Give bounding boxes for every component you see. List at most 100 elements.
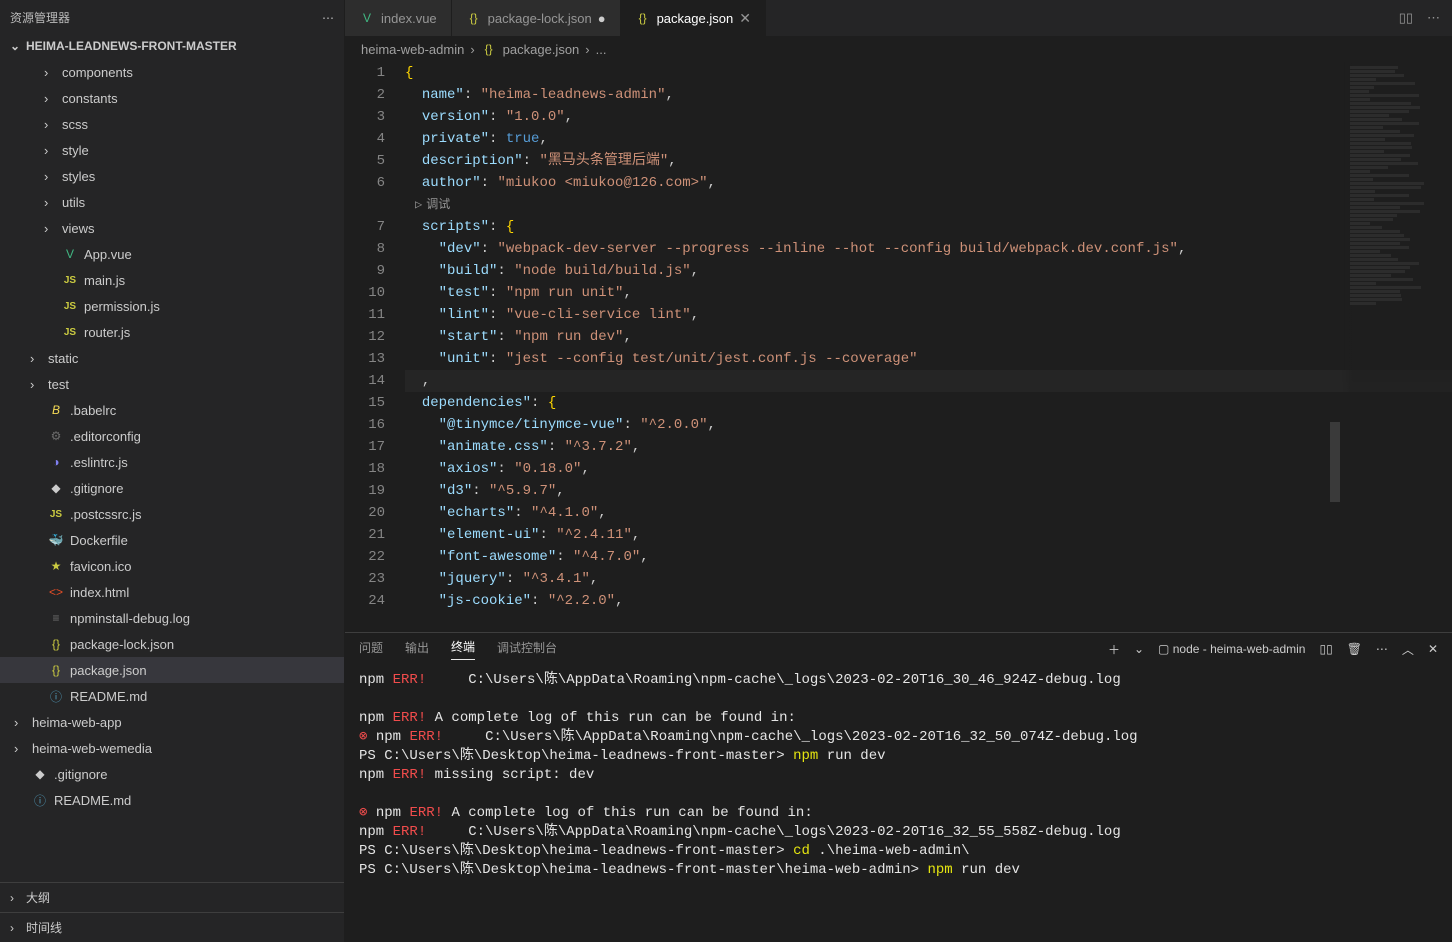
tab-terminal[interactable]: 终端 [451, 638, 475, 660]
tab-problems[interactable]: 问题 [359, 639, 383, 660]
terminal-line: npm ERR! C:\Users\陈\AppData\Roaming\npm-… [359, 823, 1438, 842]
code-line[interactable]: "js-cookie": "^2.2.0", [405, 590, 1452, 612]
code-line[interactable]: name": "heima-leadnews-admin", [405, 84, 1452, 106]
folder-item[interactable]: ›constants [0, 85, 344, 111]
code-line[interactable]: "test": "npm run unit", [405, 282, 1452, 304]
code-line[interactable]: "jquery": "^3.4.1", [405, 568, 1452, 590]
new-terminal-icon[interactable]: ＋ [1108, 641, 1120, 658]
file-item[interactable]: JSpermission.js [0, 293, 344, 319]
code-line[interactable]: version": "1.0.0", [405, 106, 1452, 128]
eslint-icon: ◑ [48, 455, 64, 469]
file-item[interactable]: {}package-lock.json [0, 631, 344, 657]
panel-tabs: 问题 输出 终端 调试控制台 ＋ ⌄ ▢ node - heima-web-ad… [345, 633, 1452, 665]
minimap[interactable] [1342, 62, 1452, 612]
terminal-output[interactable]: npm ERR! C:\Users\陈\AppData\Roaming\npm-… [345, 665, 1452, 942]
more-icon[interactable]: ⋯ [322, 11, 334, 25]
chevron-right-icon: › [10, 891, 22, 905]
tree-label: .gitignore [54, 767, 107, 782]
breadcrumb-seg[interactable]: heima-web-admin [361, 42, 464, 57]
chevron-up-icon[interactable]: ︿ [1402, 641, 1414, 658]
more-icon[interactable]: ⋯ [1376, 642, 1388, 656]
file-item[interactable]: ◑.eslintrc.js [0, 449, 344, 475]
editor-tab[interactable]: Vindex.vue [345, 0, 452, 36]
close-icon[interactable]: ✕ [1428, 642, 1438, 656]
breadcrumb-seg[interactable]: ... [596, 42, 607, 57]
trash-icon[interactable]: 🗑 [1347, 642, 1362, 656]
folder-item[interactable]: ›heima-web-wemedia [0, 735, 344, 761]
tree-label: Dockerfile [70, 533, 128, 548]
file-item[interactable]: JSrouter.js [0, 319, 344, 345]
file-item[interactable]: {}package.json [0, 657, 344, 683]
folder-item[interactable]: ›scss [0, 111, 344, 137]
file-item[interactable]: ⚙.editorconfig [0, 423, 344, 449]
code-line[interactable]: "@tinymce/tinymce-vue": "^2.0.0", [405, 414, 1452, 436]
code-line[interactable]: scripts": { [405, 216, 1452, 238]
more-icon[interactable]: ⋯ [1427, 10, 1440, 26]
code-line[interactable]: "element-ui": "^2.4.11", [405, 524, 1452, 546]
folder-item[interactable]: ›styles [0, 163, 344, 189]
file-item[interactable]: <>index.html [0, 579, 344, 605]
folder-item[interactable]: ›utils [0, 189, 344, 215]
terminal-shell-indicator[interactable]: ▢ node - heima-web-admin [1158, 642, 1305, 656]
file-item[interactable]: VApp.vue [0, 241, 344, 267]
timeline-panel[interactable]: › 时间线 [0, 912, 344, 942]
code-line[interactable]: "axios": "0.18.0", [405, 458, 1452, 480]
terminal-line: PS C:\Users\陈\Desktop\heima-leadnews-fro… [359, 842, 1438, 861]
project-root[interactable]: ⌄ HEIMA-LEADNEWS-FRONT-MASTER [0, 35, 344, 57]
tab-debug-console[interactable]: 调试控制台 [497, 639, 557, 660]
file-item[interactable]: B.babelrc [0, 397, 344, 423]
editor-tab[interactable]: {}package.json✕ [621, 0, 766, 36]
code-line[interactable]: "font-awesome": "^4.7.0", [405, 546, 1452, 568]
tree-label: package.json [70, 663, 147, 678]
code-line[interactable]: "echarts": "^4.1.0", [405, 502, 1452, 524]
file-item[interactable]: ★favicon.ico [0, 553, 344, 579]
editor-tab[interactable]: {}package-lock.json● [452, 0, 621, 36]
folder-item[interactable]: ›heima-web-app [0, 709, 344, 735]
folder-item[interactable]: ›style [0, 137, 344, 163]
folder-item[interactable]: ›test [0, 371, 344, 397]
code-line[interactable]: "unit": "jest --config test/unit/jest.co… [405, 348, 1452, 370]
babel-icon: B [48, 403, 64, 417]
close-icon[interactable]: ✕ [739, 10, 751, 27]
split-editor-icon[interactable]: ▯▯ [1399, 10, 1413, 26]
editor-area[interactable]: 123456789101112131415161718192021222324 … [345, 62, 1452, 632]
breadcrumb[interactable]: heima-web-admin › {} package.json › ... [345, 36, 1452, 62]
folder-item[interactable]: ›components [0, 59, 344, 85]
split-terminal-icon[interactable]: ▯▯ [1319, 642, 1332, 656]
code-line[interactable]: "lint": "vue-cli-service lint", [405, 304, 1452, 326]
code-line[interactable]: , [405, 370, 1452, 392]
debug-code-lens[interactable]: ▷调试 [405, 194, 1452, 216]
gear-icon: ⚙ [48, 429, 64, 443]
breadcrumb-seg[interactable]: package.json [503, 42, 580, 57]
code-line[interactable]: { [405, 62, 1452, 84]
file-item[interactable]: JS.postcssrc.js [0, 501, 344, 527]
folder-item[interactable]: ›views [0, 215, 344, 241]
file-item[interactable]: JSmain.js [0, 267, 344, 293]
file-item[interactable]: ⓘREADME.md [0, 683, 344, 709]
code-line[interactable]: author": "miukoo <miukoo@126.com>", [405, 172, 1452, 194]
outline-panel[interactable]: › 大纲 [0, 882, 344, 912]
tab-output[interactable]: 输出 [405, 639, 429, 660]
code-line[interactable]: "animate.css": "^3.7.2", [405, 436, 1452, 458]
terminal-icon: ▢ [1158, 642, 1169, 656]
json-icon: {} [466, 11, 482, 25]
code-line[interactable]: private": true, [405, 128, 1452, 150]
code[interactable]: { name": "heima-leadnews-admin", version… [405, 62, 1452, 632]
scroll-thumb[interactable] [1330, 422, 1340, 502]
chevron-right-icon: › [14, 741, 26, 756]
code-line[interactable]: dependencies": { [405, 392, 1452, 414]
code-line[interactable]: description": "黑马头条管理后端", [405, 150, 1452, 172]
file-item[interactable]: ⓘREADME.md [0, 787, 344, 813]
file-tree[interactable]: ›components›constants›scss›style›styles›… [0, 57, 344, 882]
file-item[interactable]: ◆.gitignore [0, 475, 344, 501]
file-item[interactable]: ≡npminstall-debug.log [0, 605, 344, 631]
explorer-header: 资源管理器 ⋯ [0, 0, 344, 35]
file-item[interactable]: ◆.gitignore [0, 761, 344, 787]
code-line[interactable]: "d3": "^5.9.7", [405, 480, 1452, 502]
file-item[interactable]: 🐳Dockerfile [0, 527, 344, 553]
code-line[interactable]: "dev": "webpack-dev-server --progress --… [405, 238, 1452, 260]
folder-item[interactable]: ›static [0, 345, 344, 371]
chevron-down-icon[interactable]: ⌄ [1134, 642, 1144, 656]
code-line[interactable]: "build": "node build/build.js", [405, 260, 1452, 282]
code-line[interactable]: "start": "npm run dev", [405, 326, 1452, 348]
